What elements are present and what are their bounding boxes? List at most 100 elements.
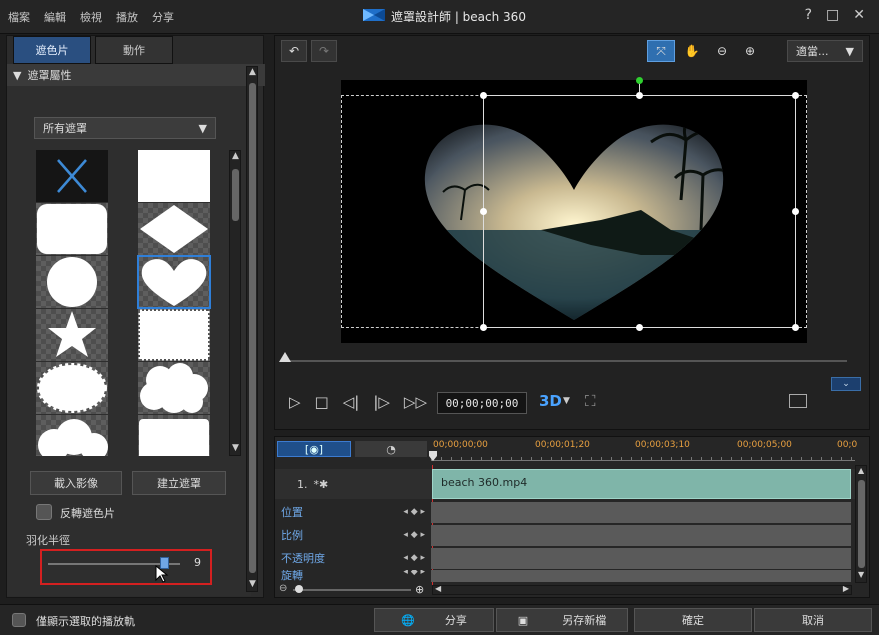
keyframe-nav-icon[interactable]: ◂ ◆ ▸: [403, 530, 425, 540]
invert-mask-checkbox[interactable]: [36, 504, 52, 520]
scroll-left-icon[interactable]: ◀: [435, 584, 441, 593]
ok-button[interactable]: 確定: [634, 608, 752, 632]
resize-handle-bottom-left[interactable]: [480, 324, 487, 331]
scroll-down-icon[interactable]: ▼: [858, 570, 864, 579]
scroll-up-icon[interactable]: ▲: [232, 151, 239, 161]
redo-button[interactable]: ↷: [311, 40, 337, 62]
mask-stamp[interactable]: [138, 309, 210, 361]
mask-cloud[interactable]: [138, 362, 210, 414]
fit-dropdown[interactable]: 適當... ▼: [787, 40, 863, 62]
timeline-v-scrollbar[interactable]: ▲ ▼: [855, 465, 867, 583]
resize-handle-top[interactable]: [636, 92, 643, 99]
keyframe-lane[interactable]: [431, 570, 851, 582]
section-header[interactable]: ▼ 遮罩屬性: [7, 64, 265, 86]
scroll-up-icon[interactable]: ▲: [249, 67, 256, 77]
hand-tool[interactable]: ✋: [679, 40, 705, 62]
fullscreen-icon[interactable]: ⛶: [585, 392, 596, 410]
seek-thumb-icon[interactable]: [279, 352, 291, 362]
select-move-tool[interactable]: ⤧: [647, 40, 675, 62]
expand-panel-button[interactable]: ⌄: [831, 377, 861, 391]
mask-big-cloud[interactable]: [36, 415, 108, 456]
keyframe-nav-icon[interactable]: ◂ ◆ ▸: [403, 507, 425, 517]
scroll-down-icon[interactable]: ▼: [232, 443, 239, 453]
timeline-v-scroll-thumb[interactable]: [858, 480, 865, 568]
maximize-icon[interactable]: □: [826, 7, 839, 23]
cancel-button[interactable]: 取消: [754, 608, 872, 632]
3d-toggle-button[interactable]: 3D: [539, 392, 562, 410]
undo-button[interactable]: ↶: [281, 40, 307, 62]
timeline-view-toggle[interactable]: [◉]: [277, 441, 351, 457]
timeline-zoom-track[interactable]: [293, 589, 411, 591]
resize-handle-top-left[interactable]: [480, 92, 487, 99]
zoom-in-button[interactable]: ⊕: [737, 40, 763, 62]
timeline-zoom-thumb[interactable]: [295, 585, 303, 593]
mask-wave-rectangle[interactable]: [138, 415, 210, 456]
resize-handle-left[interactable]: [480, 208, 487, 215]
mask-heart[interactable]: [137, 255, 211, 309]
zoom-out-icon[interactable]: ⊖: [279, 583, 287, 594]
timeline-ruler[interactable]: 00;00;00;00 00;00;01;20 00;00;03;10 00;0…: [431, 437, 857, 465]
create-mask-button[interactable]: 建立遮罩: [132, 471, 226, 495]
keyframe-lane[interactable]: [431, 547, 851, 569]
scroll-right-icon[interactable]: ▶: [843, 584, 849, 593]
menu-view[interactable]: 檢視: [80, 9, 102, 25]
keyframe-track-label: 位置: [281, 506, 303, 519]
preview-canvas[interactable]: [341, 77, 807, 343]
resize-handle-bottom[interactable]: [636, 324, 643, 331]
resize-handle-top-right[interactable]: [792, 92, 799, 99]
panel-scroll-thumb[interactable]: [249, 83, 256, 573]
scroll-down-icon[interactable]: ▼: [249, 579, 256, 589]
menu-share[interactable]: 分享: [152, 9, 174, 25]
keyframe-view-toggle[interactable]: ◔: [355, 441, 427, 457]
display-ratio-icon[interactable]: [789, 394, 807, 408]
shape-grid-scrollbar[interactable]: ▲ ▼: [229, 150, 241, 456]
chevron-down-icon: ▼: [198, 121, 207, 135]
show-selected-checkbox[interactable]: [12, 613, 26, 627]
previous-frame-icon[interactable]: ◁|: [343, 393, 360, 411]
timecode-display[interactable]: 00;00;00;00: [437, 392, 527, 414]
help-icon[interactable]: ?: [805, 7, 812, 23]
mask-none[interactable]: [36, 150, 108, 202]
mask-star[interactable]: [36, 309, 108, 361]
chevron-down-icon[interactable]: ▼: [563, 396, 570, 406]
video-clip[interactable]: beach 360.mp4: [432, 469, 851, 499]
zoom-in-icon[interactable]: ⊕: [415, 583, 424, 596]
zoom-out-button[interactable]: ⊖: [709, 40, 735, 62]
mask-filter-dropdown[interactable]: 所有遮罩 ▼: [34, 117, 216, 139]
menu-edit[interactable]: 編輯: [44, 9, 66, 25]
mask-rounded-rectangle[interactable]: [36, 203, 108, 255]
save-icon: ▣: [517, 613, 529, 627]
play-icon[interactable]: ▷: [289, 393, 301, 411]
video-track-header[interactable]: 1. *✱: [275, 469, 431, 499]
tab-mask[interactable]: 遮色片: [13, 36, 91, 64]
resize-handle-bottom-right[interactable]: [792, 324, 799, 331]
mask-burst[interactable]: [36, 362, 108, 414]
mask-rectangle[interactable]: [138, 150, 210, 202]
menu-play[interactable]: 播放: [116, 9, 138, 25]
scroll-up-icon[interactable]: ▲: [858, 466, 864, 475]
shape-grid-scroll-thumb[interactable]: [232, 169, 239, 221]
preview-seek-track[interactable]: [281, 360, 847, 362]
playhead-marker-icon[interactable]: [429, 451, 437, 461]
share-button[interactable]: 🌐 分享: [374, 608, 494, 632]
import-image-button[interactable]: 載入影像: [30, 471, 122, 495]
tab-motion[interactable]: 動作: [95, 36, 173, 64]
save-as-button[interactable]: ▣ 另存新檔: [496, 608, 628, 632]
mask-bounding-box[interactable]: [480, 77, 799, 331]
mask-circle[interactable]: [36, 256, 108, 308]
next-frame-icon[interactable]: |▷: [373, 393, 390, 411]
keyframe-track-header: 比例 ◂ ◆ ▸: [275, 524, 431, 546]
keyframe-nav-icon[interactable]: ◂ ◆ ▸: [403, 570, 425, 577]
keyframe-lane[interactable]: [431, 524, 851, 546]
rotate-handle[interactable]: [636, 77, 643, 84]
keyframe-nav-icon[interactable]: ◂ ◆ ▸: [403, 553, 425, 563]
close-icon[interactable]: ✕: [853, 7, 865, 23]
mask-diamond[interactable]: [138, 203, 210, 255]
panel-scrollbar[interactable]: ▲ ▼: [246, 66, 258, 592]
stop-icon[interactable]: □: [315, 393, 329, 411]
menu-file[interactable]: 檔案: [8, 9, 30, 25]
fast-forward-icon[interactable]: ▷▷: [404, 393, 427, 411]
resize-handle-right[interactable]: [792, 208, 799, 215]
keyframe-lane[interactable]: [431, 501, 851, 523]
timeline-h-scrollbar[interactable]: ◀ ▶: [432, 584, 852, 595]
